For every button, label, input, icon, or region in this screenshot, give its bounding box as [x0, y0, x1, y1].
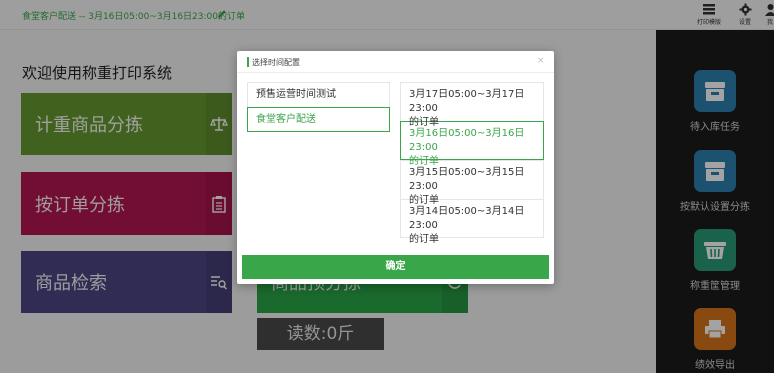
confirm-button[interactable]: 确定 — [242, 255, 549, 279]
config-list: 预售运营时间测试 食堂客户配送 — [247, 82, 390, 132]
range-line1: 3月15日05:00~3月15日23:00 — [409, 167, 525, 192]
app-root: 食堂客户配送 -- 3月16日05:00~3月16日23:00的订单 打印模版 … — [0, 0, 774, 373]
time-range-item-selected[interactable]: 3月16日05:00~3月16日23:00 的订单 — [400, 121, 544, 167]
time-range-item[interactable]: 3月15日05:00~3月15日23:00 的订单 — [400, 160, 544, 206]
range-line1: 3月17日05:00~3月17日23:00 — [409, 89, 525, 114]
range-line2: 的订单 — [409, 234, 439, 245]
config-item[interactable]: 预售运营时间测试 — [247, 82, 390, 107]
range-line1: 3月14日05:00~3月14日23:00 — [409, 206, 525, 231]
dialog-title: 选择时间配置 — [252, 58, 300, 67]
time-config-dialog: 选择时间配置 × 预售运营时间测试 食堂客户配送 3月17日05:00~3月17… — [237, 51, 554, 284]
config-item-selected[interactable]: 食堂客户配送 — [247, 107, 390, 132]
time-range-list: 3月17日05:00~3月17日23:00 的订单 3月16日05:00~3月1… — [400, 82, 544, 245]
dialog-header: 选择时间配置 × — [237, 51, 554, 73]
time-range-item[interactable]: 3月14日05:00~3月14日23:00 的订单 — [400, 199, 544, 245]
title-accent-bar — [247, 57, 249, 67]
close-icon[interactable]: × — [537, 56, 545, 66]
range-line1: 3月16日05:00~3月16日23:00 — [409, 128, 525, 153]
time-range-item[interactable]: 3月17日05:00~3月17日23:00 的订单 — [400, 82, 544, 128]
